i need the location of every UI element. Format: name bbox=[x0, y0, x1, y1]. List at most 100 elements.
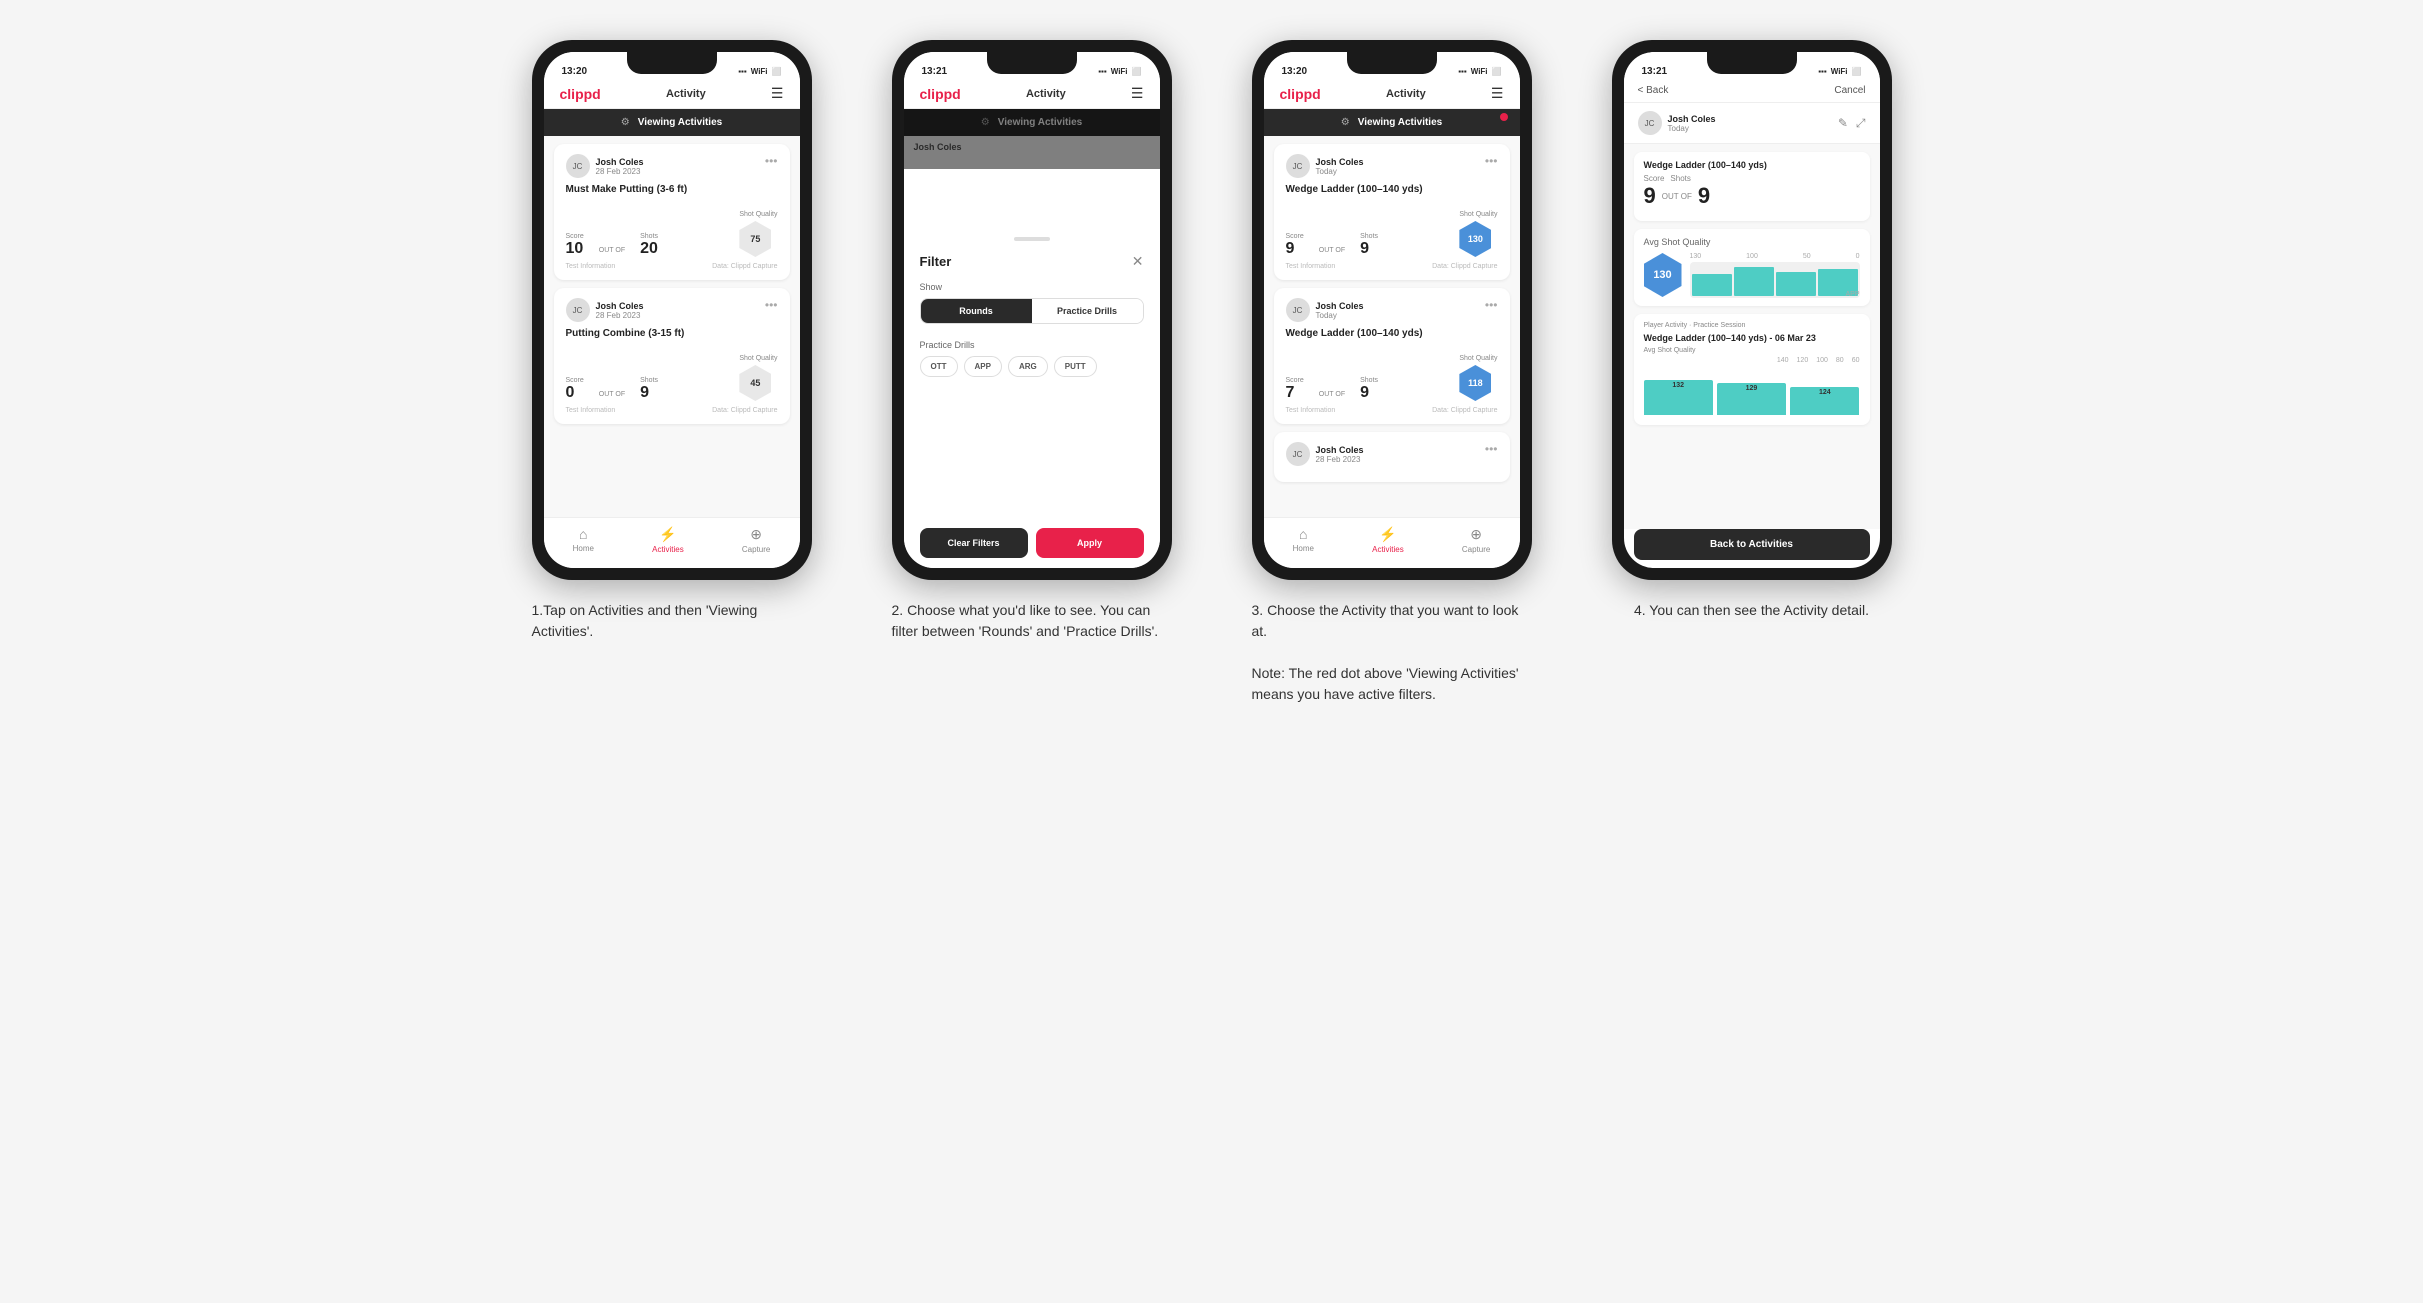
session-title-4: Wedge Ladder (100–140 yds) - 06 Mar 23 bbox=[1644, 333, 1860, 343]
test-info-row-3-2: Test Information Data: Clippd Capture bbox=[1286, 407, 1498, 414]
activity-card-3-1[interactable]: JC Josh Coles Today ••• Wedge Ladder (10… bbox=[1274, 144, 1510, 280]
page-wrapper: 13:20 ▪▪▪ WiFi ⬜ clippd Activity ☰ ⚙ V bbox=[512, 40, 1912, 705]
more-icon-3-3[interactable]: ••• bbox=[1485, 442, 1498, 456]
toggle-group-2[interactable]: Rounds Practice Drills bbox=[920, 298, 1144, 324]
more-icon-3-1[interactable]: ••• bbox=[1485, 154, 1498, 168]
home-icon-3: ⌂ bbox=[1299, 526, 1307, 542]
activity-card-3-2[interactable]: JC Josh Coles Today ••• Wedge Ladder (10… bbox=[1274, 288, 1510, 424]
battery-icon-2: ⬜ bbox=[1132, 67, 1142, 76]
back-btn-4[interactable]: < Back bbox=[1638, 85, 1669, 96]
close-btn-2[interactable]: ✕ bbox=[1132, 253, 1144, 270]
nav-home-3[interactable]: ⌂ Home bbox=[1293, 526, 1314, 554]
data-source-3-2: Data: Clippd Capture bbox=[1432, 407, 1497, 414]
user-info-4: JC Josh Coles Today bbox=[1638, 111, 1716, 135]
test-info-3-2: Test Information bbox=[1286, 407, 1336, 414]
nav-activities-1[interactable]: ⚡ Activities bbox=[652, 526, 684, 554]
sq-label-1-2: Shot Quality bbox=[739, 355, 777, 362]
test-info-1-1: Test Information bbox=[566, 263, 616, 270]
score-sep-4: OUT OF bbox=[1662, 192, 1692, 201]
sq-group-3-1: Shot Quality 130 bbox=[1459, 203, 1497, 257]
app-header-1: clippd Activity ☰ bbox=[544, 79, 800, 109]
out-of-1-1: OUT OF bbox=[599, 247, 625, 257]
more-icon-1-2[interactable]: ••• bbox=[765, 298, 778, 312]
more-icon-1-1[interactable]: ••• bbox=[765, 154, 778, 168]
status-time-4: 13:21 bbox=[1642, 66, 1668, 77]
stats-row-1-1: Score 10 OUT OF Shots 20 Shot Quality bbox=[566, 203, 778, 257]
apply-btn-2[interactable]: Apply bbox=[1036, 528, 1144, 558]
user-date-4: Today bbox=[1668, 124, 1716, 133]
shots-label-4: Shots bbox=[1670, 174, 1690, 183]
more-icon-3-2[interactable]: ••• bbox=[1485, 298, 1498, 312]
bar-1-4: 132 bbox=[1644, 380, 1713, 415]
hamburger-icon-3[interactable]: ☰ bbox=[1491, 85, 1504, 102]
pill-putt-2[interactable]: PUTT bbox=[1054, 356, 1097, 377]
viewing-activities-bar-3[interactable]: ⚙ Viewing Activities bbox=[1264, 109, 1520, 136]
phone-notch-2 bbox=[987, 52, 1077, 74]
activity-title-1-1: Must Make Putting (3-6 ft) bbox=[566, 184, 778, 195]
hamburger-icon-2[interactable]: ☰ bbox=[1131, 85, 1144, 102]
caption-3: 3. Choose the Activity that you want to … bbox=[1252, 600, 1532, 705]
sq-section-label-4: Avg Shot Quality bbox=[1644, 237, 1860, 247]
chart-bar-4-1 bbox=[1692, 274, 1732, 296]
filter-show-section-2: Show Rounds Practice Drills bbox=[904, 274, 1160, 332]
wifi-icon-3: WiFi bbox=[1471, 67, 1488, 76]
phone-screen-4: 13:21 ▪▪▪ WiFi ⬜ < Back Cancel JC bbox=[1624, 52, 1880, 568]
pill-app-2[interactable]: APP bbox=[964, 356, 1002, 377]
screen-wrapper-2: ⚙ Viewing Activities Josh Coles Filter ✕ bbox=[904, 109, 1160, 568]
shots-value-3-2: 9 bbox=[1360, 385, 1378, 401]
phone-notch-3 bbox=[1347, 52, 1437, 74]
app-header-3: clippd Activity ☰ bbox=[1264, 79, 1520, 109]
home-label-1: Home bbox=[573, 544, 594, 553]
logo-3: clippd bbox=[1280, 86, 1321, 102]
card-header-1-2: JC Josh Coles 28 Feb 2023 ••• bbox=[566, 298, 778, 322]
back-to-activities-4[interactable]: Back to Activities bbox=[1634, 529, 1870, 560]
wifi-icon-1: WiFi bbox=[751, 67, 768, 76]
filter-icon-3: ⚙ bbox=[1341, 117, 1350, 128]
detail-content-4: Wedge Ladder (100–140 yds) Score Shots 9… bbox=[1624, 144, 1880, 529]
viewing-activities-bar-1[interactable]: ⚙ Viewing Activities bbox=[544, 109, 800, 136]
nav-home-1[interactable]: ⌂ Home bbox=[573, 526, 594, 554]
filter-footer-2: Clear Filters Apply bbox=[904, 518, 1160, 568]
test-info-1-2: Test Information bbox=[566, 407, 616, 414]
battery-icon-1: ⬜ bbox=[772, 67, 782, 76]
toggle-rounds-btn-2[interactable]: Rounds bbox=[921, 299, 1032, 323]
score-group-1-2: Score 0 bbox=[566, 377, 584, 401]
test-info-3-1: Test Information bbox=[1286, 263, 1336, 270]
filter-modal-2[interactable]: Filter ✕ Show Rounds Practice Drills Pra… bbox=[904, 229, 1160, 568]
stats-row-3-2: Score 7 OUT OF Shots 9 Shot Quality bbox=[1286, 347, 1498, 401]
score-card-header-4: Wedge Ladder (100–140 yds) Score Shots 9… bbox=[1644, 160, 1860, 213]
phone-frame-2: 13:21 ▪▪▪ WiFi ⬜ clippd Activity ☰ bbox=[892, 40, 1172, 580]
shots-group-3-2: Shots 9 bbox=[1360, 377, 1378, 401]
nav-activities-3[interactable]: ⚡ Activities bbox=[1372, 526, 1404, 554]
card-header-3-3: JC Josh Coles 28 Feb 2023 ••• bbox=[1286, 442, 1498, 466]
expand-icon-4[interactable]: ⤢ bbox=[1856, 116, 1866, 131]
activity-card-1-1[interactable]: JC Josh Coles 28 Feb 2023 ••• Must Make … bbox=[554, 144, 790, 280]
user-date-3-2: Today bbox=[1316, 311, 1364, 320]
big-shots-4: 9 bbox=[1698, 183, 1710, 209]
nav-capture-3[interactable]: ⊕ Capture bbox=[1462, 526, 1490, 554]
edit-icon-4[interactable]: ✎ bbox=[1838, 116, 1848, 131]
home-icon-1: ⌂ bbox=[579, 526, 587, 542]
avatar-3-2: JC bbox=[1286, 298, 1310, 322]
activity-card-1-2[interactable]: JC Josh Coles 28 Feb 2023 ••• Putting Co… bbox=[554, 288, 790, 424]
chart-x-label-4: APP bbox=[1845, 291, 1859, 298]
score-label-3-1: Score bbox=[1286, 233, 1304, 240]
nav-capture-1[interactable]: ⊕ Capture bbox=[742, 526, 770, 554]
pill-ott-2[interactable]: OTT bbox=[920, 356, 958, 377]
hamburger-icon-1[interactable]: ☰ bbox=[771, 85, 784, 102]
capture-icon-1: ⊕ bbox=[750, 526, 762, 543]
shots-label-3-2: Shots bbox=[1360, 377, 1378, 384]
chart-bar-4-3 bbox=[1776, 272, 1816, 296]
cancel-btn-4[interactable]: Cancel bbox=[1834, 85, 1865, 96]
out-of-1-2: OUT OF bbox=[599, 391, 625, 401]
viewing-activities-text-1: Viewing Activities bbox=[638, 117, 722, 128]
clear-filters-btn-2[interactable]: Clear Filters bbox=[920, 528, 1028, 558]
toggle-drills-btn-2[interactable]: Practice Drills bbox=[1032, 299, 1143, 323]
avatar-3-3: JC bbox=[1286, 442, 1310, 466]
pill-arg-2[interactable]: ARG bbox=[1008, 356, 1048, 377]
caption-4: 4. You can then see the Activity detail. bbox=[1634, 600, 1869, 621]
wifi-icon-2: WiFi bbox=[1111, 67, 1128, 76]
score-group-3-2: Score 7 bbox=[1286, 377, 1304, 401]
activity-card-3-3[interactable]: JC Josh Coles 28 Feb 2023 ••• bbox=[1274, 432, 1510, 482]
avatar-4: JC bbox=[1638, 111, 1662, 135]
